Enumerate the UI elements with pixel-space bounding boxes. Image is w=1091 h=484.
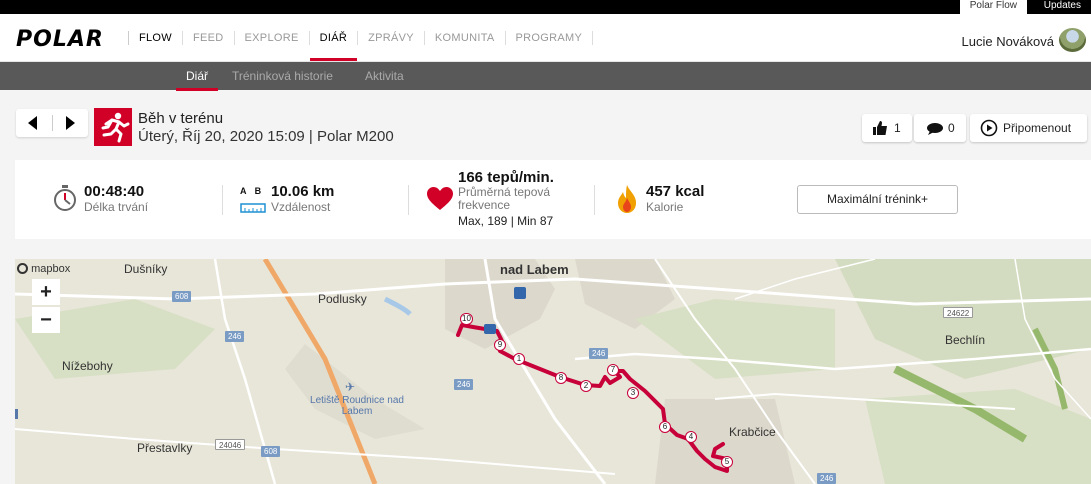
station-icon bbox=[484, 324, 496, 334]
airport-label: Letiště Roudnice nad Labem bbox=[310, 395, 404, 417]
km-marker: 7 bbox=[607, 364, 619, 376]
km-marker: 5 bbox=[721, 456, 733, 468]
distance-prefix: A B bbox=[240, 186, 265, 196]
stopwatch-icon bbox=[52, 184, 78, 217]
remind-label: Připomenout bbox=[1003, 121, 1072, 135]
road-number-badge: 246 bbox=[454, 379, 474, 390]
km-marker: 3 bbox=[627, 387, 639, 399]
comment-icon bbox=[926, 114, 944, 146]
divider bbox=[408, 185, 409, 215]
updates-link[interactable]: Updates bbox=[1034, 0, 1091, 14]
km-marker: 1 bbox=[513, 353, 525, 365]
km-marker: 4 bbox=[685, 431, 697, 443]
subnav-item-diary[interactable]: Diář bbox=[175, 69, 219, 91]
thumbs-up-icon bbox=[872, 114, 888, 146]
map-place-label: Dušníky bbox=[124, 262, 168, 276]
running-icon bbox=[94, 108, 132, 146]
subnav-item-activity[interactable]: Aktivita bbox=[365, 69, 404, 83]
map-place-label: Bechlín bbox=[945, 333, 986, 347]
distance-label: Vzdálenost bbox=[271, 200, 331, 214]
avatar[interactable] bbox=[1059, 28, 1086, 52]
nav-item-programs[interactable]: PROGRAMY bbox=[504, 31, 594, 45]
training-benefit-button[interactable]: Maximální trénink+ bbox=[797, 185, 958, 214]
nav-item-explore[interactable]: EXPLORE bbox=[233, 31, 309, 45]
ruler-icon bbox=[240, 201, 266, 219]
airport-icon: ✈ bbox=[345, 380, 356, 394]
nav-item-diary[interactable]: DIÁŘ bbox=[308, 31, 358, 61]
sport-title: Běh v terénu bbox=[138, 110, 224, 127]
km-marker: 8 bbox=[555, 372, 567, 384]
km-marker: 2 bbox=[580, 380, 592, 392]
heart-rate-value: 166 tepů/min. bbox=[458, 169, 554, 186]
mapbox-logo: mapbox bbox=[17, 263, 70, 275]
route-map[interactable]: Dušníky nad Labem Podlusky Nížebohy Leti… bbox=[15, 259, 1091, 484]
play-circle-icon bbox=[980, 114, 998, 147]
mapbox-attribution: mapbox bbox=[31, 263, 71, 275]
map-place-label: Přestavlky bbox=[137, 441, 193, 455]
distance-value: 10.06 km bbox=[271, 183, 335, 200]
comment-button[interactable]: 0 bbox=[914, 114, 966, 142]
duration-value: 00:48:40 bbox=[84, 183, 145, 200]
like-count: 1 bbox=[894, 121, 901, 135]
previous-arrow-icon[interactable] bbox=[28, 116, 37, 130]
zoom-in-button[interactable]: + bbox=[32, 279, 60, 305]
sub-nav: Diář Tréninková historie Aktivita bbox=[0, 62, 1091, 91]
zoom-out-button[interactable]: − bbox=[32, 307, 60, 333]
divider bbox=[52, 115, 53, 131]
nav-menu: FLOW FEED EXPLORE DIÁŘ ZPRÁVY KOMUNITA P… bbox=[128, 31, 594, 61]
road-number-badge: 246 bbox=[589, 348, 609, 359]
calories-value: 457 kcal bbox=[646, 183, 705, 200]
polar-flow-link[interactable]: Polar Flow bbox=[959, 0, 1027, 14]
session-details: Úterý, Říj 20, 2020 15:09 | Polar M200 bbox=[138, 128, 394, 145]
heart-rate-label: Průměrná tepová frekvence bbox=[458, 185, 551, 212]
station-icon bbox=[514, 287, 526, 299]
nav-item-messages[interactable]: ZPRÁVY bbox=[357, 31, 424, 45]
km-marker: 10 bbox=[460, 313, 473, 325]
duration-label: Délka trvání bbox=[84, 200, 149, 214]
nav-item-feed[interactable]: FEED bbox=[181, 31, 234, 45]
road-number-badge: 246 bbox=[817, 473, 837, 484]
divider bbox=[594, 185, 595, 215]
user-name[interactable]: Lucie Nováková bbox=[962, 34, 1055, 49]
remind-button[interactable]: Připomenout bbox=[970, 114, 1087, 142]
main-nav: POLAR FLOW FEED EXPLORE DIÁŘ ZPRÁVY KOMU… bbox=[0, 14, 1091, 62]
nav-item-flow[interactable]: FLOW bbox=[128, 31, 182, 45]
divider bbox=[222, 185, 223, 215]
next-arrow-icon[interactable] bbox=[66, 116, 75, 130]
road-number-badge: 24622 bbox=[943, 307, 974, 318]
calories-label: Kalorie bbox=[646, 200, 684, 214]
map-place-label: Podlusky bbox=[318, 292, 367, 306]
session-navigation bbox=[16, 109, 88, 137]
map-place-label: Nížebohy bbox=[62, 359, 113, 373]
flame-icon bbox=[616, 184, 638, 219]
km-marker: 6 bbox=[659, 421, 671, 433]
map-place-label: Krabčice bbox=[729, 425, 776, 439]
map-place-label: nad Labem bbox=[500, 262, 569, 277]
top-strip: Polar Flow Updates bbox=[0, 0, 1091, 14]
subnav-item-training-history[interactable]: Tréninková historie bbox=[232, 69, 333, 83]
nav-item-community[interactable]: KOMUNITA bbox=[423, 31, 505, 45]
km-marker: 9 bbox=[494, 339, 506, 351]
heart-rate-minmax: Max, 189 | Min 87 bbox=[458, 214, 554, 228]
road-number-badge: 246 bbox=[225, 331, 245, 342]
like-button[interactable]: 1 bbox=[862, 114, 912, 142]
road-number-badge: 24046 bbox=[215, 439, 246, 450]
heart-icon bbox=[427, 187, 453, 216]
comment-count: 0 bbox=[948, 121, 955, 135]
road-number-badge: 608 bbox=[172, 291, 192, 302]
polar-logo[interactable]: POLAR bbox=[16, 27, 104, 52]
mapbox-icon bbox=[17, 263, 28, 274]
road-number-badge: 608 bbox=[261, 446, 281, 457]
